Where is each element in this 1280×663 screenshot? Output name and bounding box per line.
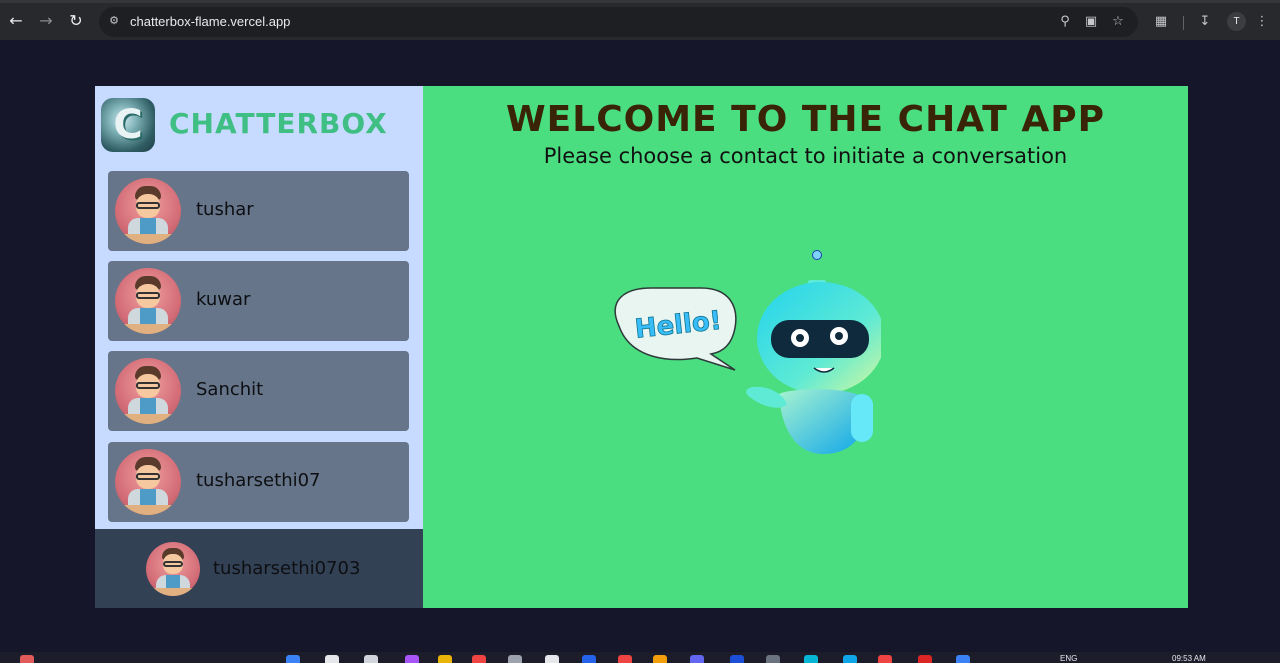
start-icon[interactable]	[286, 655, 300, 663]
robot-arm-right	[851, 394, 873, 442]
taskbar-app-icon[interactable]	[405, 655, 419, 663]
back-icon[interactable]: ←	[5, 10, 27, 32]
search-icon[interactable]	[325, 655, 339, 663]
clock[interactable]: 09:53 AM	[1172, 655, 1206, 663]
taskbar-app-icon[interactable]	[653, 655, 667, 663]
site-info-icon[interactable]: ⚙	[107, 14, 121, 28]
contact-name: tusharsethi07	[196, 470, 321, 491]
contact-name: Sanchit	[196, 379, 264, 400]
contact-name: kuwar	[196, 289, 251, 310]
downloads-icon[interactable]: ↧	[1196, 13, 1214, 31]
brand-name: CHATTERBOX	[169, 107, 388, 140]
avatar	[115, 178, 181, 244]
bookmark-star-icon[interactable]: ☆	[1109, 13, 1127, 31]
contact-item[interactable]: kuwar	[108, 261, 409, 341]
contact-name: tushar	[196, 199, 254, 220]
toolbar-divider	[1183, 16, 1184, 30]
taskbar-app-icon[interactable]	[843, 655, 857, 663]
taskbar-app-icon[interactable]	[508, 655, 522, 663]
taskbar-app-icon[interactable]	[582, 655, 596, 663]
address-bar[interactable]: ⚙ chatterbox-flame.vercel.app ⚲ ▣ ☆	[99, 7, 1138, 37]
contact-item[interactable]: tushar	[108, 171, 409, 251]
antenna-ball	[812, 250, 822, 260]
url-text[interactable]: chatterbox-flame.vercel.app	[130, 14, 290, 29]
welcome-subtitle: Please choose a contact to initiate a co…	[543, 144, 1068, 168]
avatar	[115, 268, 181, 334]
menu-icon[interactable]: ⋮	[1253, 13, 1271, 31]
install-app-icon[interactable]: ▣	[1082, 13, 1100, 31]
reload-icon[interactable]: ↻	[65, 10, 87, 32]
contact-item[interactable]: Sanchit	[108, 351, 409, 431]
chat-app: C CHATTERBOX tushar kuwar Sanchit tushar…	[95, 86, 1188, 608]
profile-avatar[interactable]: T	[1227, 12, 1246, 31]
speech-bubble: Hello!	[614, 287, 737, 371]
contact-item[interactable]: tusharsethi07	[108, 442, 409, 522]
extensions-icon[interactable]: ▦	[1152, 13, 1170, 31]
taskbar-app-icon[interactable]	[20, 655, 34, 663]
os-taskbar: ENG 09:53 AM	[0, 652, 1280, 663]
language-indicator[interactable]: ENG	[1060, 655, 1077, 663]
taskbar-app-icon[interactable]	[472, 655, 486, 663]
taskbar-app-icon[interactable]	[956, 655, 970, 663]
taskbar-app-icon[interactable]	[804, 655, 818, 663]
taskbar-app-icon[interactable]	[918, 655, 932, 663]
current-user-panel[interactable]: tusharsethi0703	[95, 529, 423, 608]
current-user-avatar	[146, 542, 200, 596]
robot-illustration: Hello!	[614, 250, 881, 454]
chatterbox-logo: C	[101, 98, 155, 152]
forward-icon[interactable]: →	[35, 10, 57, 32]
welcome-panel: WELCOME TO THE CHAT APP Please choose a …	[423, 86, 1188, 608]
welcome-title: WELCOME TO THE CHAT APP	[505, 99, 1106, 140]
taskbar-app-icon[interactable]	[618, 655, 632, 663]
avatar	[115, 449, 181, 515]
logo-letter: C	[113, 102, 143, 148]
robot-arm-left	[746, 386, 787, 408]
sidebar: C CHATTERBOX tushar kuwar Sanchit tushar…	[95, 86, 423, 608]
browser-toolbar: ← → ↻ ⚙ chatterbox-flame.vercel.app ⚲ ▣ …	[0, 3, 1280, 40]
avatar	[115, 358, 181, 424]
taskbar-app-icon[interactable]	[766, 655, 780, 663]
taskbar-app-icon[interactable]	[438, 655, 452, 663]
taskbar-app-icon[interactable]	[545, 655, 559, 663]
taskbar-app-icon[interactable]	[730, 655, 744, 663]
current-user-name: tusharsethi0703	[213, 558, 361, 579]
password-key-icon[interactable]: ⚲	[1056, 13, 1074, 31]
taskbar-app-icon[interactable]	[878, 655, 892, 663]
taskbar-app-icon[interactable]	[364, 655, 378, 663]
taskbar-app-icon[interactable]	[690, 655, 704, 663]
brand: C CHATTERBOX	[101, 98, 411, 153]
robot-visor	[771, 320, 869, 358]
